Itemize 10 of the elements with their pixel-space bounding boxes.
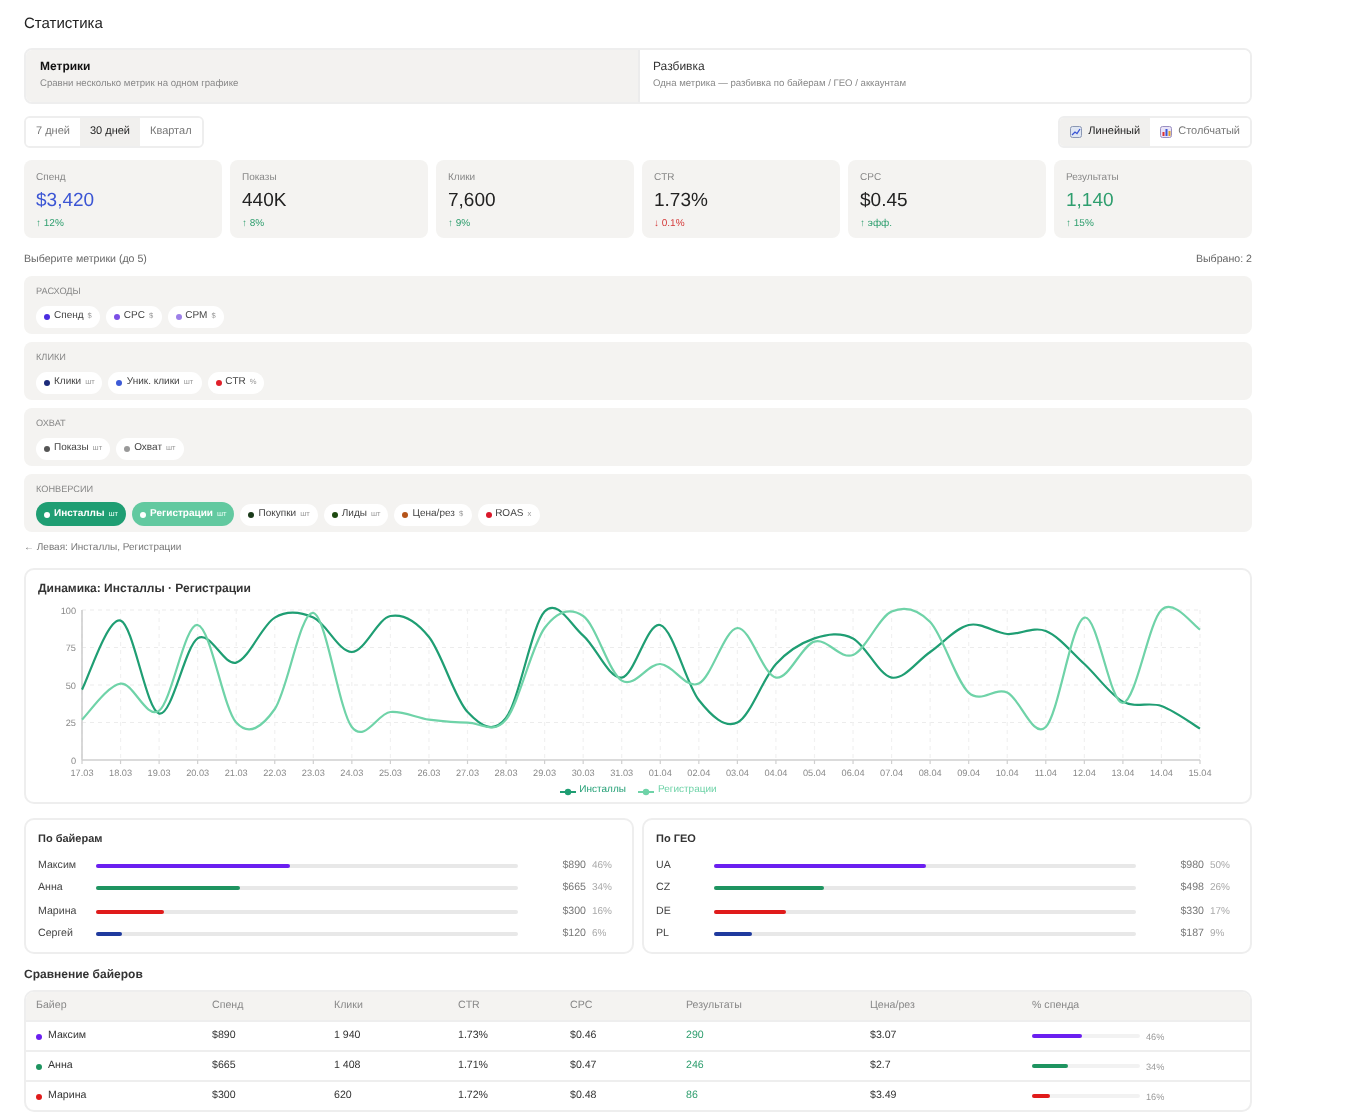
legend-marker-icon bbox=[559, 787, 576, 795]
bar-chart-icon bbox=[1160, 126, 1173, 138]
kpi-value: 7,600 bbox=[448, 188, 496, 214]
kpi-value: 1,140 bbox=[1066, 188, 1114, 214]
kpi-value: 1.73% bbox=[654, 188, 708, 214]
kpi-value: $0.45 bbox=[860, 188, 908, 214]
line-chart-icon bbox=[1070, 126, 1083, 138]
kpi-value: $3,420 bbox=[36, 188, 95, 214]
kpi-value: 440K bbox=[242, 188, 287, 214]
legend-marker-icon bbox=[637, 787, 654, 795]
